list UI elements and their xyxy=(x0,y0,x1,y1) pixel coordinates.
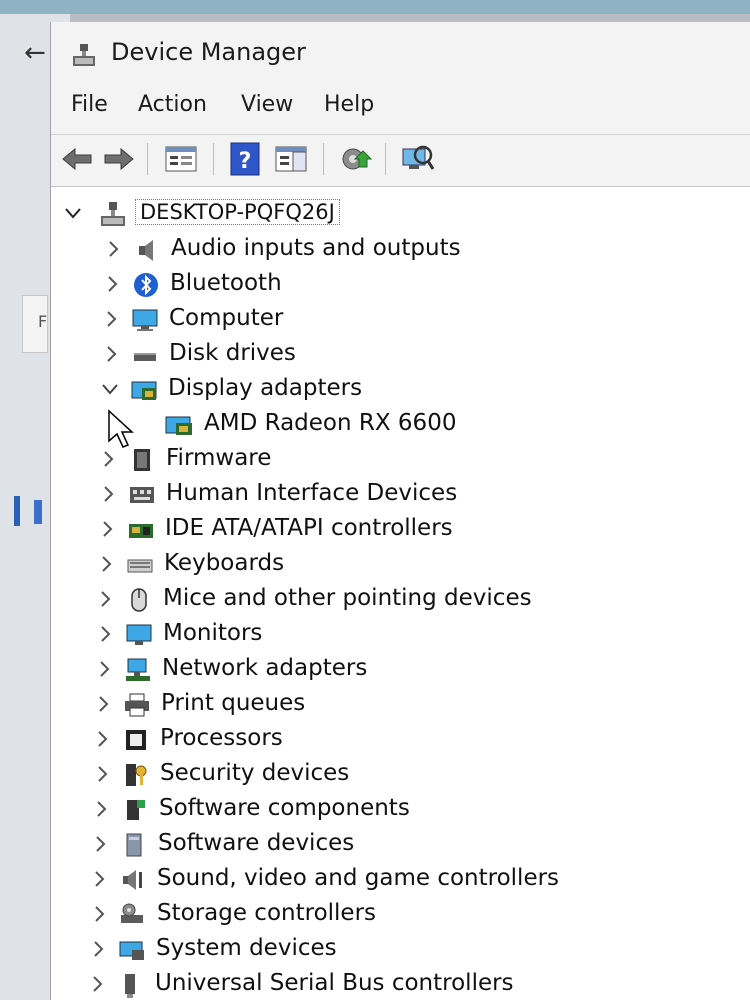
background-accent-mark xyxy=(14,496,20,526)
tree-category-label: Software components xyxy=(159,795,410,821)
tree-category-label: Network adapters xyxy=(162,655,368,681)
chevron-right-icon[interactable] xyxy=(101,344,121,364)
computer-root-icon xyxy=(101,202,125,226)
chevron-right-icon[interactable] xyxy=(88,939,108,959)
mouse-icon xyxy=(131,588,147,612)
display-adapter-icon xyxy=(131,381,157,400)
details-pane-icon[interactable] xyxy=(273,141,309,177)
tree-category-label: Disk drives xyxy=(169,340,296,366)
toolbar-separator xyxy=(323,143,324,175)
title-bar: Device Manager xyxy=(51,22,750,84)
chevron-right-icon[interactable] xyxy=(102,274,122,294)
mouse-cursor-icon xyxy=(108,409,134,448)
tree-category-label: Bluetooth xyxy=(170,270,282,296)
software-component-icon xyxy=(127,800,145,820)
firmware-chip-icon xyxy=(134,449,150,471)
tree-category-label: Monitors xyxy=(163,620,263,646)
tree-category-label: Sound, video and game controllers xyxy=(157,865,560,891)
menu-file[interactable]: File xyxy=(71,92,108,117)
menu-action[interactable]: Action xyxy=(138,92,207,117)
chevron-right-icon[interactable] xyxy=(98,484,118,504)
chevron-right-icon[interactable] xyxy=(96,554,116,574)
properties-list-icon[interactable] xyxy=(163,141,199,177)
printer-icon xyxy=(125,693,149,717)
chevron-right-icon[interactable] xyxy=(103,239,123,259)
root-computer-name: DESKTOP-PQFQ26J xyxy=(135,199,340,225)
system-devices-icon xyxy=(119,941,144,960)
chevron-right-icon[interactable] xyxy=(89,904,109,924)
chevron-right-icon[interactable] xyxy=(92,729,112,749)
tree-category-label: Display adapters xyxy=(168,375,363,401)
software-device-icon xyxy=(126,833,142,857)
tree-category-label: Universal Serial Bus controllers xyxy=(155,970,514,996)
background-tile-glyph: F xyxy=(38,312,48,331)
processor-icon xyxy=(126,730,146,750)
toolbar-separator xyxy=(213,143,214,175)
device-tree: DESKTOP-PQFQ26J Audio inputs and outputs… xyxy=(51,186,750,1000)
tree-category-label: Security devices xyxy=(160,760,350,786)
update-driver-icon[interactable] xyxy=(337,141,373,177)
chevron-right-icon[interactable] xyxy=(98,449,118,469)
window-title: Device Manager xyxy=(111,38,306,66)
tree-category-label: Keyboards xyxy=(164,550,285,576)
scan-hardware-icon[interactable] xyxy=(399,141,435,177)
tree-category-label: Human Interface Devices xyxy=(166,480,458,506)
chevron-right-icon[interactable] xyxy=(91,799,111,819)
network-adapter-icon xyxy=(126,658,150,681)
tree-category-label: Firmware xyxy=(166,445,272,471)
keyboard-icon xyxy=(127,559,153,573)
storage-controller-icon xyxy=(121,903,143,923)
hid-icon xyxy=(130,487,154,503)
tree-category-label: Print queues xyxy=(161,690,306,716)
tree-category-label: System devices xyxy=(156,935,337,961)
forward-arrow-icon[interactable] xyxy=(101,141,137,177)
tree-category-label: Mice and other pointing devices xyxy=(163,585,532,611)
background-back-icon: ← xyxy=(24,38,46,68)
tree-category-label: IDE ATA/ATAPI controllers xyxy=(165,515,453,541)
tree-device-label: AMD Radeon RX 6600 xyxy=(204,410,457,436)
chevron-down-icon[interactable] xyxy=(63,203,83,223)
chevron-right-icon[interactable] xyxy=(90,834,110,854)
chevron-right-icon[interactable] xyxy=(101,309,121,329)
usb-icon xyxy=(125,974,135,998)
device-manager-window: Device Manager File Action View Help ? D… xyxy=(50,22,750,1000)
menu-help[interactable]: Help xyxy=(324,92,374,117)
monitor-icon xyxy=(126,624,152,645)
chevron-right-icon[interactable] xyxy=(87,974,107,994)
chevron-right-icon[interactable] xyxy=(95,589,115,609)
tree-category-label: Processors xyxy=(160,725,283,751)
tree-category-label: Storage controllers xyxy=(157,900,377,926)
toolbar-separator xyxy=(147,143,148,175)
display-adapter-icon xyxy=(165,416,192,435)
bluetooth-icon xyxy=(134,273,158,297)
chevron-down-icon[interactable] xyxy=(100,379,120,399)
chevron-right-icon[interactable] xyxy=(89,869,109,889)
background-accent-mark xyxy=(34,500,42,524)
disk-drive-icon xyxy=(134,353,156,361)
tree-category-label: Software devices xyxy=(158,830,355,856)
chevron-right-icon[interactable] xyxy=(95,624,115,644)
toolbar-separator xyxy=(385,143,386,175)
device-manager-app-icon xyxy=(73,44,95,66)
desktop-strip xyxy=(0,0,750,14)
back-arrow-icon[interactable] xyxy=(59,141,95,177)
chevron-right-icon[interactable] xyxy=(92,764,112,784)
security-key-icon xyxy=(126,764,147,786)
svg-text:?: ? xyxy=(239,149,252,174)
tree-category-label: Computer xyxy=(169,305,284,331)
sound-controller-icon xyxy=(123,870,142,890)
tree-category-label: Audio inputs and outputs xyxy=(171,235,461,261)
chevron-right-icon[interactable] xyxy=(97,519,117,539)
chevron-right-icon[interactable] xyxy=(93,694,113,714)
computer-monitor-icon xyxy=(132,309,158,331)
ide-controller-icon xyxy=(129,524,153,538)
speaker-icon xyxy=(139,240,153,261)
toolbar: ? xyxy=(51,134,750,183)
menu-bar: File Action View Help xyxy=(51,88,750,128)
chevron-right-icon[interactable] xyxy=(94,659,114,679)
menu-view[interactable]: View xyxy=(241,92,293,117)
help-icon[interactable]: ? xyxy=(227,141,263,177)
